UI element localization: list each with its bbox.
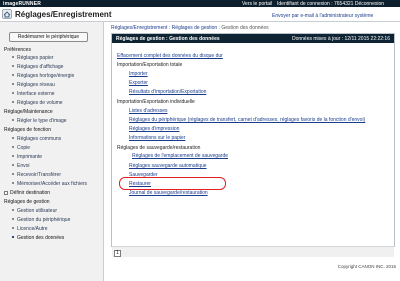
import-link[interactable]: Importer [129, 71, 148, 77]
bullet-icon [12, 101, 14, 103]
data-management-panel: Réglages de gestion : Gestion des donnée… [111, 33, 395, 257]
bullet-icon [12, 227, 14, 229]
sidebar-item-license[interactable]: Licence/Autre [12, 226, 48, 232]
bullet-icon [12, 74, 14, 76]
expand-icon[interactable] [4, 191, 8, 195]
erase-hdd-link[interactable]: Effacement complet des données du disque… [117, 53, 223, 59]
page-header: Réglages/Enregistrement Envoyer par e-ma… [0, 7, 400, 22]
pagination-bar: 1 [112, 246, 394, 257]
mail-admin-link[interactable]: Envoyer par e-mail à l'administrateur sy… [272, 13, 373, 19]
panel-body: Effacement complet des données du disque… [112, 43, 394, 257]
bullet-icon [12, 92, 14, 94]
copyright: Copyright CANON INC. 2015 [337, 264, 396, 269]
bullet-icon [12, 119, 14, 121]
sidebar-item-image-type[interactable]: Régler le type d'image [12, 118, 67, 124]
sidebar-section-management: Réglages de gestion [4, 199, 50, 205]
group-individual-import-export: Importation/Exportation individuelle [117, 99, 195, 105]
bullet-icon [12, 218, 14, 220]
sidebar-section-maintenance: Réglage/Maintenance [4, 109, 53, 115]
sidebar-item-display[interactable]: Réglages d'affichage [12, 64, 63, 70]
sidebar-item-clock-energy[interactable]: Réglages horloge/énergie [12, 73, 74, 79]
device-settings-link[interactable]: Réglages du périphérique (réglages de tr… [129, 117, 365, 123]
sidebar-item-external-interface[interactable]: Interface externe [12, 91, 55, 97]
panel-title: Réglages de gestion : Gestion des donnée… [116, 36, 220, 42]
sidebar-item-common[interactable]: Réglages communs [12, 136, 61, 142]
top-bar: imageRUNNER Vers le portail Identifiant … [0, 0, 400, 7]
bullet-icon [12, 56, 14, 58]
page-title: Réglages/Enregistrement [15, 10, 112, 19]
sidebar-item-set-destination[interactable]: Définir destination [4, 190, 50, 196]
group-backup-restore: Réglages de sauvegarde/restauration [117, 145, 201, 151]
sidebar-section-preferences: Préférences [4, 47, 31, 53]
backup-log-link[interactable]: Journal de sauvegarde/restauration [129, 190, 208, 196]
auto-backup-link[interactable]: Réglages sauvegarde automatique [129, 163, 207, 169]
highlight-annotation [119, 177, 226, 190]
sidebar-item-paper[interactable]: Réglages papier [12, 55, 53, 61]
breadcrumb-settings[interactable]: Réglages/Enregistrement [111, 25, 167, 31]
bullet-icon [12, 137, 14, 139]
updated-timestamp: Données mises à jour : 12/11 2015 22:22:… [291, 36, 390, 42]
import-export-results-link[interactable]: Résultats d'importation/Exportation [129, 89, 206, 95]
bullet-icon [12, 65, 14, 67]
sidebar-item-copy[interactable]: Copie [12, 145, 30, 151]
sidebar-item-user-management[interactable]: Gestion utilisateur [12, 208, 57, 214]
bullet-icon [12, 164, 14, 166]
export-link[interactable]: Exporter [129, 80, 148, 86]
page-number[interactable]: 1 [114, 250, 121, 257]
sidebar-item-receive-forward[interactable]: Recevoir/Transférer [12, 172, 61, 178]
sidebar-item-send[interactable]: Envoi [12, 163, 30, 169]
backup-location-link[interactable]: Réglages de l'emplacement de sauvegarde [132, 153, 228, 159]
bullet-icon [12, 236, 14, 238]
sidebar-item-device-management[interactable]: Gestion du périphérique [12, 217, 70, 223]
restart-device-button[interactable]: Redémarrer le périphérique [9, 32, 88, 42]
address-lists-link[interactable]: Listes d'adresses [129, 108, 167, 114]
sidebar-section-function: Réglages de fonction [4, 127, 51, 133]
bullet-icon [12, 173, 14, 175]
sidebar-item-network[interactable]: Réglages réseau [12, 82, 55, 88]
bullet-icon [12, 155, 14, 157]
group-total-import-export: Importation/Exportation totale [117, 62, 183, 68]
bullet-icon [12, 83, 14, 85]
main-content: Réglages/Enregistrement : Réglages de ge… [105, 22, 400, 281]
bullet-icon [12, 146, 14, 148]
sidebar-item-store-access[interactable]: Mémoriser/Accéder aux fichiers [12, 181, 87, 187]
bullet-icon [12, 182, 14, 184]
breadcrumb-current: Gestion des données [221, 25, 269, 31]
settings-home-icon [2, 9, 12, 19]
sidebar-item-volume[interactable]: Réglages de volume [12, 100, 63, 106]
sidebar-item-printer[interactable]: Imprimante [12, 154, 42, 160]
print-settings-link[interactable]: Réglages d'impression [129, 126, 179, 132]
breadcrumb: Réglages/Enregistrement : Réglages de ge… [111, 25, 269, 31]
sidebar-item-data-management[interactable]: Gestion des données [12, 235, 64, 241]
sidebar: Redémarrer le périphérique Préférences R… [0, 22, 104, 281]
paper-info-link[interactable]: Informations sur le papier [129, 135, 185, 141]
breadcrumb-management[interactable]: Réglages de gestion [172, 25, 218, 31]
bullet-icon [12, 209, 14, 211]
panel-header: Réglages de gestion : Gestion des donnée… [112, 34, 394, 43]
